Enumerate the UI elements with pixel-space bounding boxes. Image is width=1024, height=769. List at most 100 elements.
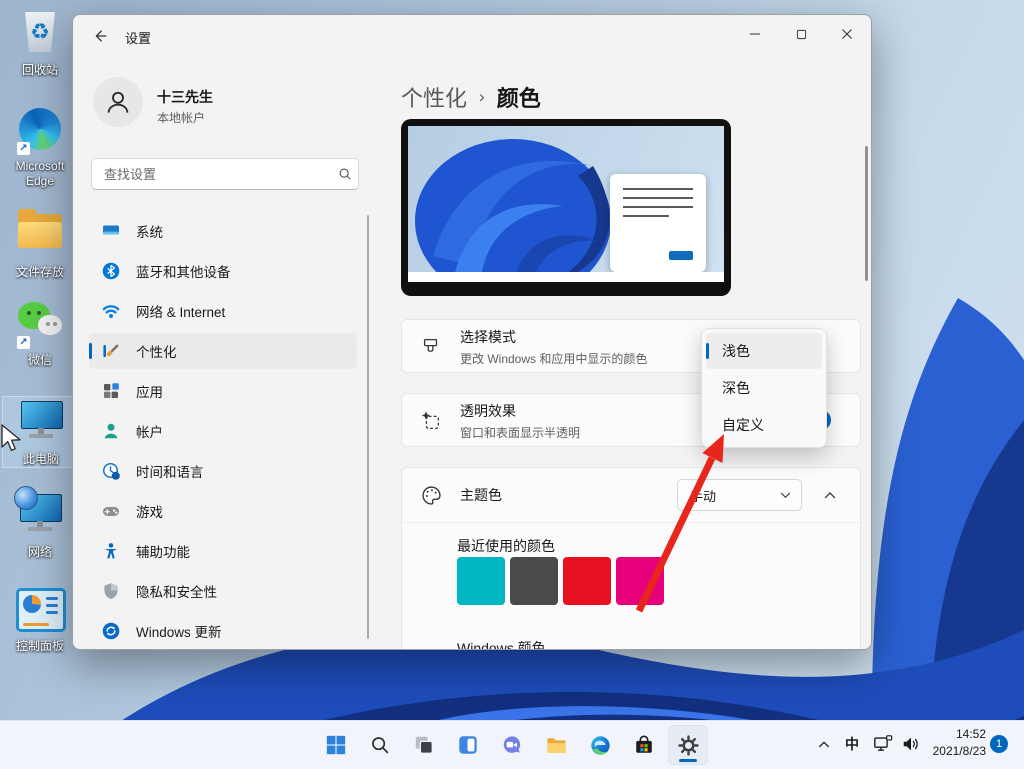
desktop-icon-edge[interactable]: ↗ Microsoft Edge [2,106,78,189]
store-icon [633,734,655,756]
file-explorer-icon [545,734,568,757]
mode-card-title: 选择模式 [460,327,647,347]
desktop-icon-recycle-bin[interactable]: ♻ 回收站 [2,10,78,78]
palette-icon [402,484,460,507]
sidebar-item-accounts[interactable]: 帐户 [89,413,357,449]
notification-count: 1 [996,738,1002,750]
account-icon [101,421,121,441]
window-title: 设置 [125,28,151,47]
sidebar-item-personalization[interactable]: 个性化 [89,333,357,369]
sidebar-scrollbar[interactable] [367,215,369,639]
personalization-brush-icon [101,341,121,361]
back-button[interactable] [87,24,113,48]
ime-label: 中 [845,734,859,754]
flyout-option-label: 浅色 [722,341,750,361]
avatar[interactable] [93,77,143,127]
gamepad-icon [101,501,121,521]
widgets-button[interactable] [448,725,488,765]
titlebar: 设置 [73,15,871,57]
sidebar-item-accessibility[interactable]: 辅助功能 [89,533,357,569]
transparency-card-subtitle: 窗口和表面显示半透明 [460,424,580,441]
update-icon [101,621,121,641]
chevron-up-icon [824,491,836,499]
desktop-icon-files-folder[interactable]: 文件存放 [2,206,78,280]
recent-colors-label: 最近使用的颜色 [457,536,555,556]
start-button[interactable] [316,725,356,765]
sidebar-item-label: 时间和语言 [136,461,204,481]
sidebar-item-gaming[interactable]: 游戏 [89,493,357,529]
desktop-icon-label: 文件存放 [2,265,78,280]
content-scrollbar[interactable] [865,146,868,281]
accent-card-expander[interactable] [816,482,844,508]
chevron-down-icon [780,492,791,499]
task-view-button[interactable] [404,725,444,765]
sidebar-item-bluetooth-devices[interactable]: 蓝牙和其他设备 [89,253,357,289]
sidebar-item-apps[interactable]: 应用 [89,373,357,409]
back-arrow-icon [91,27,109,45]
flyout-option-light[interactable]: 浅色 [706,333,822,369]
active-app-indicator [679,759,697,762]
search-icon [332,167,358,181]
network-monitor-icon [872,734,894,754]
sidebar-item-network-internet[interactable]: 网络 & Internet [89,293,357,329]
search-icon [369,734,391,756]
edge-icon [589,734,612,757]
minimize-button[interactable] [732,16,778,52]
sidebar-item-privacy-security[interactable]: 隐私和安全性 [89,573,357,609]
accent-color-card: 主题色 手动 最近使用的颜色 Windows 颜色 [401,467,861,650]
tray-show-hidden-icons[interactable] [812,732,836,756]
search-input[interactable] [92,167,332,182]
desktop-icon-label: 网络 [2,545,78,560]
breadcrumb-parent[interactable]: 个性化 [401,81,467,113]
accent-mode-dropdown[interactable]: 手动 [677,479,802,511]
flyout-option-custom[interactable]: 自定义 [706,407,822,443]
clock-language-icon [101,461,121,481]
chat-icon [501,734,523,756]
flyout-selected-bar [706,343,709,359]
file-explorer-button[interactable] [536,725,576,765]
store-button[interactable] [624,725,664,765]
chevron-up-icon [817,738,831,750]
tray-clock[interactable]: 14:52 2021/8/23 [916,726,986,761]
desktop-icon-control-panel[interactable]: 控制面板 [2,584,78,654]
edge-button[interactable] [580,725,620,765]
laptop-icon [101,221,121,241]
sidebar-item-windows-update[interactable]: Windows 更新 [89,613,357,649]
sidebar-item-label: 网络 & Internet [136,301,225,321]
recent-color-swatch-red[interactable] [563,557,611,605]
sidebar-item-system[interactable]: 系统 [89,213,357,249]
preview-dialog-card [610,174,706,272]
tray-network-icon[interactable] [870,732,896,756]
settings-button[interactable] [668,725,708,765]
accent-card-title: 主题色 [460,485,502,505]
recent-color-swatch-magenta[interactable] [616,557,664,605]
flyout-option-label: 自定义 [722,415,764,435]
page-title: 颜色 [497,81,541,113]
preview-taskbar [408,272,724,282]
settings-window: 设置 十三先生 本地帐户 系统 [72,14,872,650]
close-button[interactable] [824,16,870,52]
wifi-icon [101,301,121,321]
sidebar-item-label: 辅助功能 [136,541,190,561]
network-icon [18,494,62,534]
flyout-option-dark[interactable]: 深色 [706,370,822,406]
recent-color-swatch-gray[interactable] [510,557,558,605]
notification-badge[interactable]: 1 [990,735,1008,753]
chat-button[interactable] [492,725,532,765]
sidebar-item-time-language[interactable]: 时间和语言 [89,453,357,489]
transparency-sparkle-icon [402,410,460,432]
recent-color-swatch-teal[interactable] [457,557,505,605]
sidebar-item-label: 隐私和安全性 [136,581,217,601]
this-pc-icon [19,401,63,441]
sidebar-item-label: 蓝牙和其他设备 [136,261,231,281]
desktop-icon-wechat[interactable]: ↗ 微信 [2,300,78,368]
taskbar-search-button[interactable] [360,725,400,765]
desktop-icon-label: Microsoft Edge [2,159,78,189]
shield-icon [101,581,121,601]
desktop-icon-network[interactable]: 网络 [2,490,78,560]
bluetooth-icon [101,261,121,281]
minimize-icon [749,28,761,40]
desktop-icon-this-pc[interactable]: 此电脑 [2,396,80,468]
tray-ime-indicator[interactable]: 中 [840,732,864,756]
maximize-button[interactable] [778,16,824,52]
